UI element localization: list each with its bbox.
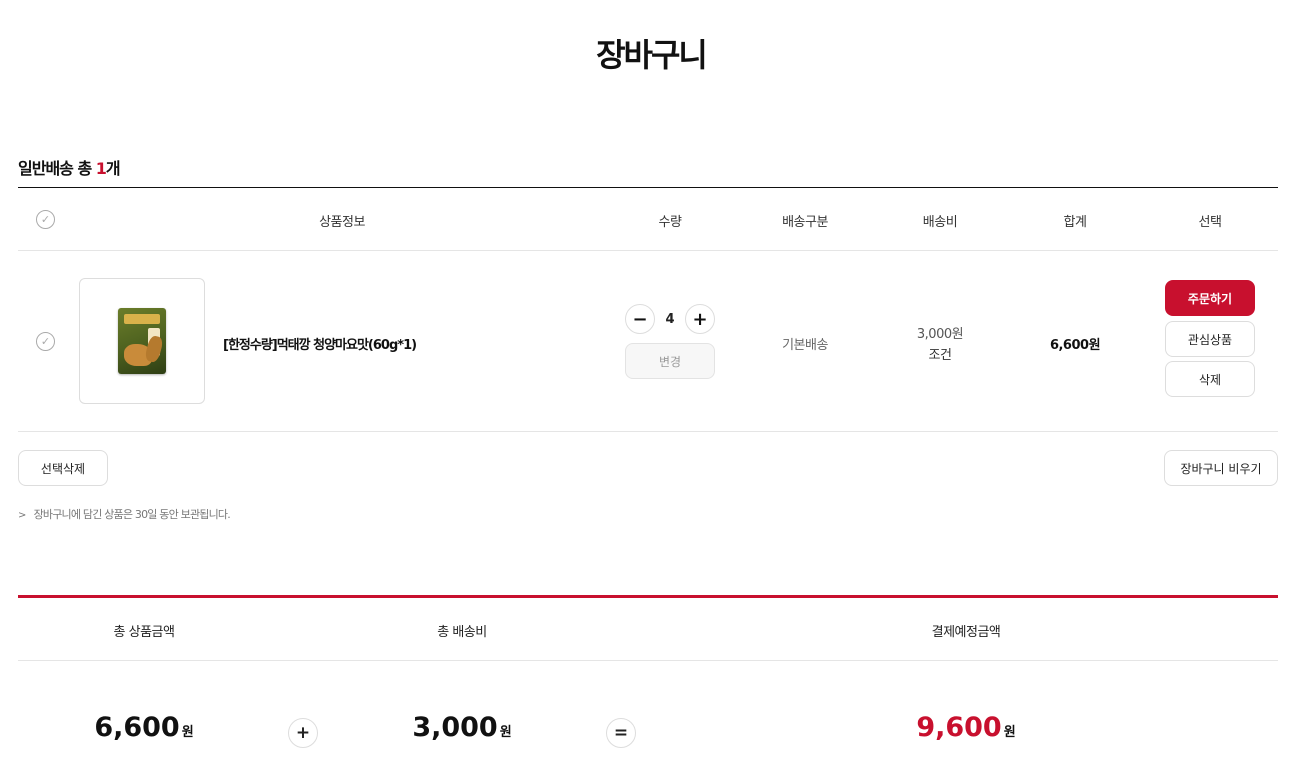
plus-operator-icon: +	[288, 718, 318, 748]
delete-selected-button[interactable]: 선택삭제	[18, 450, 108, 486]
delete-button[interactable]: 삭제	[1165, 361, 1255, 397]
notice-text: 장바구니에 담긴 상품은 30일 동안 보관됩니다.	[33, 508, 231, 521]
header-quantity: 수량	[658, 215, 682, 230]
product-thumbnail[interactable]	[79, 278, 205, 404]
order-button[interactable]: 주문하기	[1165, 280, 1255, 316]
summary-header-shipping-total: 총 배송비	[437, 625, 487, 640]
section-label: 일반배송 총	[18, 159, 96, 178]
section-heading: 일반배송 총 1개	[18, 155, 121, 179]
currency-unit: 원	[499, 725, 512, 740]
item-count: 1	[95, 159, 107, 178]
summary-header-product-total: 총 상품금액	[113, 625, 175, 640]
equals-operator-icon: =	[606, 718, 636, 748]
summary-shipping-total: 3,000 원	[382, 712, 542, 743]
chevron-right-icon: >	[18, 510, 26, 521]
summary-header-payment-total: 결제예정금액	[931, 625, 1001, 640]
select-all-checkbox[interactable]: ✓	[36, 210, 55, 229]
header-select: 선택	[1198, 215, 1222, 230]
row-divider	[18, 431, 1278, 432]
quantity-value[interactable]: 4	[665, 312, 674, 327]
shipping-total-value: 3,000	[412, 712, 498, 743]
currency-unit: 원	[181, 725, 194, 740]
shipping-fee: 3,000원	[916, 327, 964, 342]
minus-icon: −	[632, 308, 648, 330]
payment-total-value: 9,600	[916, 712, 1002, 743]
check-icon: ✓	[40, 335, 51, 348]
quantity-increase-button[interactable]: +	[684, 304, 715, 334]
quantity-decrease-button[interactable]: −	[625, 304, 655, 334]
summary-header-divider	[18, 660, 1278, 661]
storage-notice: > 장바구니에 담긴 상품은 30일 동안 보관됩니다.	[18, 506, 231, 522]
item-checkbox[interactable]: ✓	[36, 332, 55, 351]
header-total: 합계	[1063, 215, 1087, 230]
header-shipping-type: 배송구분	[782, 215, 828, 230]
empty-cart-button[interactable]: 장바구니 비우기	[1164, 450, 1278, 486]
item-total: 6,600원	[1049, 338, 1101, 353]
header-product-info: 상품정보	[319, 215, 365, 230]
header-divider	[18, 250, 1278, 251]
item-count-suffix: 개	[105, 159, 121, 178]
plus-icon: +	[692, 308, 708, 330]
shipping-condition[interactable]: 조건	[890, 344, 990, 363]
header-shipping-fee: 배송비	[922, 215, 958, 230]
summary-payment-total: 9,600 원	[886, 712, 1046, 743]
summary-top-rule	[18, 595, 1278, 598]
shipping-type: 기본배송	[782, 338, 828, 353]
quantity-stepper: − 4 +	[625, 303, 715, 335]
product-image	[118, 308, 166, 374]
wishlist-button[interactable]: 관심상품	[1165, 321, 1255, 357]
currency-unit: 원	[1003, 725, 1016, 740]
product-total-value: 6,600	[94, 712, 180, 743]
check-icon: ✓	[40, 213, 51, 226]
summary-product-total: 6,600 원	[64, 712, 224, 743]
quantity-change-button[interactable]: 변경	[625, 343, 715, 379]
product-name[interactable]: [한정수량]먹태깡 청양마요맛(60g*1)	[223, 334, 417, 353]
table-top-rule	[18, 187, 1278, 188]
page-title: 장바구니	[596, 36, 708, 74]
